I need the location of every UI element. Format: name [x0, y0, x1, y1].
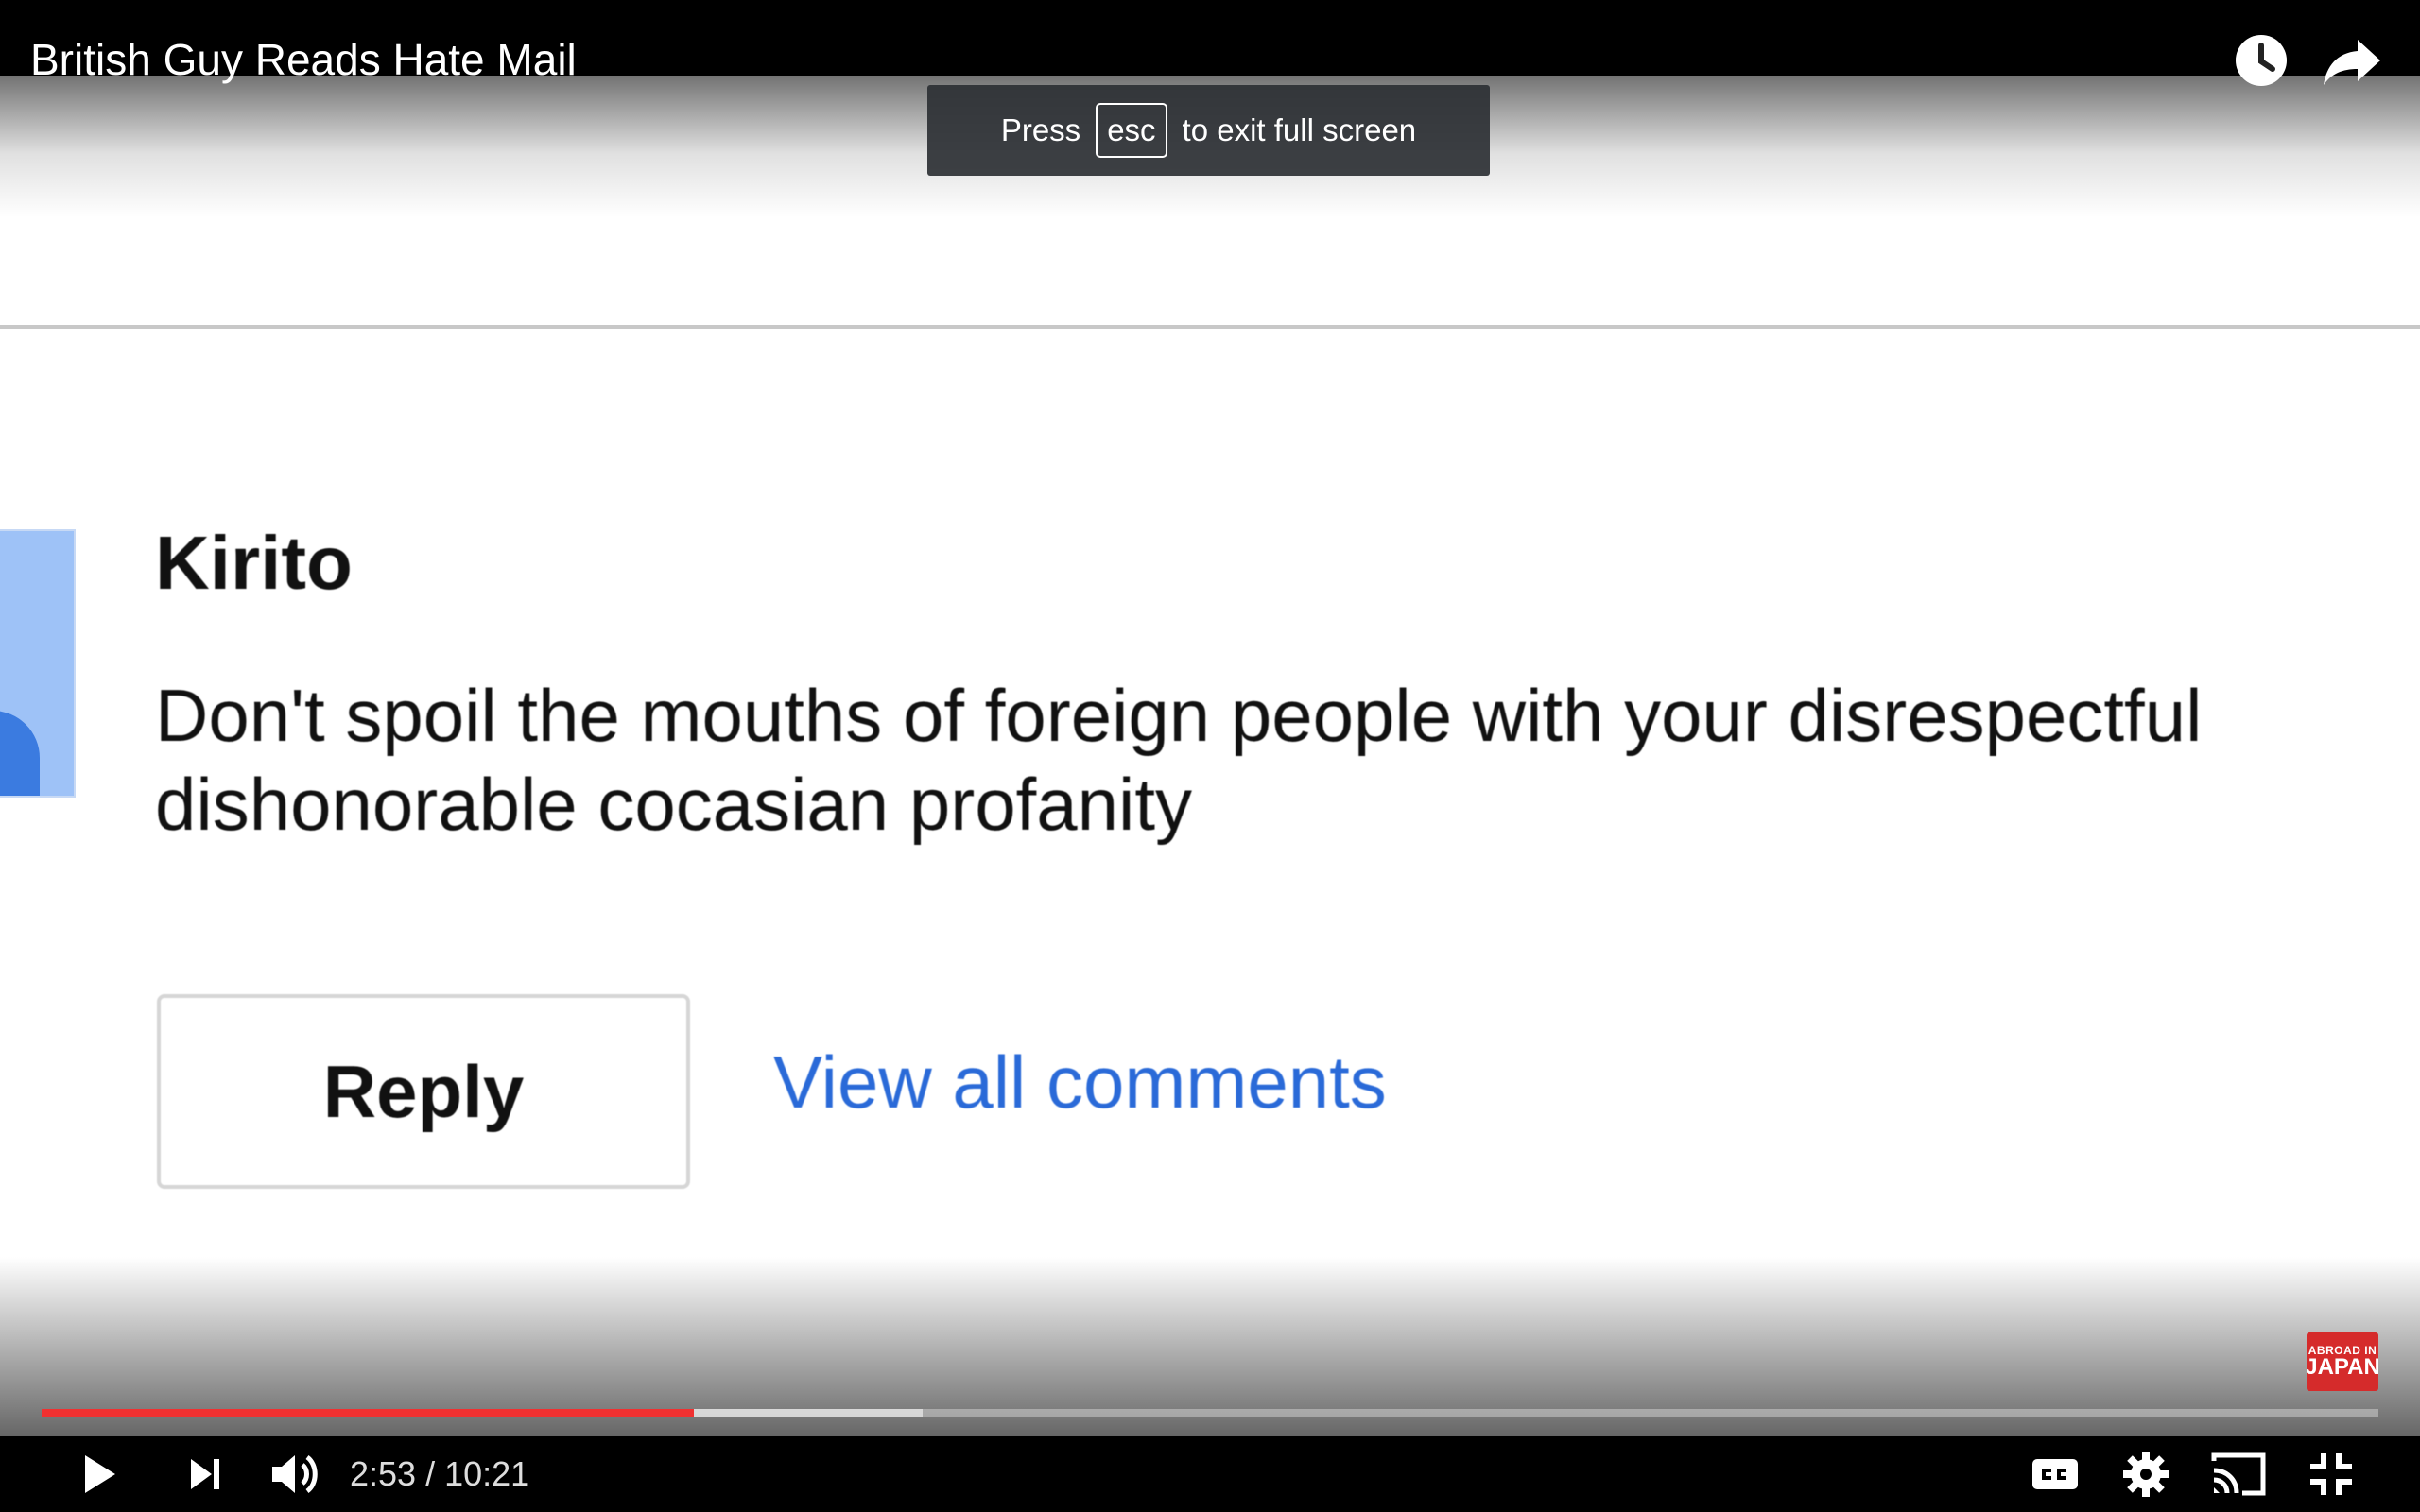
- clock-icon[interactable]: [2227, 26, 2295, 94]
- gear-icon[interactable]: [2108, 1436, 2184, 1512]
- time-display: 2:53 / 10:21: [350, 1454, 530, 1493]
- toast-text-after: to exit full screen: [1182, 112, 1417, 147]
- play-icon[interactable]: [60, 1436, 136, 1512]
- next-icon[interactable]: [166, 1436, 242, 1512]
- video-title: British Guy Reads Hate Mail: [30, 35, 577, 84]
- exit-fullscreen-icon[interactable]: [2293, 1436, 2369, 1512]
- channel-watermark[interactable]: ABROAD IN JAPAN: [2307, 1332, 2378, 1391]
- progress-bar[interactable]: [42, 1409, 2378, 1417]
- comment-text: Don't spoil the mouths of foreign people…: [155, 674, 2203, 846]
- watermark-line2: JAPAN: [2307, 1354, 2378, 1380]
- progress-played: [42, 1409, 694, 1417]
- avatar: [0, 529, 76, 798]
- reply-button: Reply: [157, 994, 690, 1189]
- exit-fullscreen-toast: Press esc to exit full screen: [927, 85, 1490, 176]
- player-controls: 2:53 / 10:21: [0, 1436, 2420, 1512]
- avatar-silhouette: [0, 711, 40, 796]
- divider: [0, 325, 2420, 329]
- cc-icon[interactable]: [2017, 1436, 2093, 1512]
- video-frame[interactable]: Kirito Don't spoil the mouths of foreign…: [0, 76, 2420, 1436]
- toast-text-before: Press: [1000, 112, 1081, 147]
- esc-key: esc: [1096, 103, 1167, 158]
- view-all-comments-link: View all comments: [773, 1040, 1387, 1124]
- volume-icon[interactable]: [257, 1436, 333, 1512]
- share-icon[interactable]: [2318, 26, 2386, 94]
- cast-icon[interactable]: [2201, 1436, 2276, 1512]
- comment-author: Kirito: [155, 521, 353, 605]
